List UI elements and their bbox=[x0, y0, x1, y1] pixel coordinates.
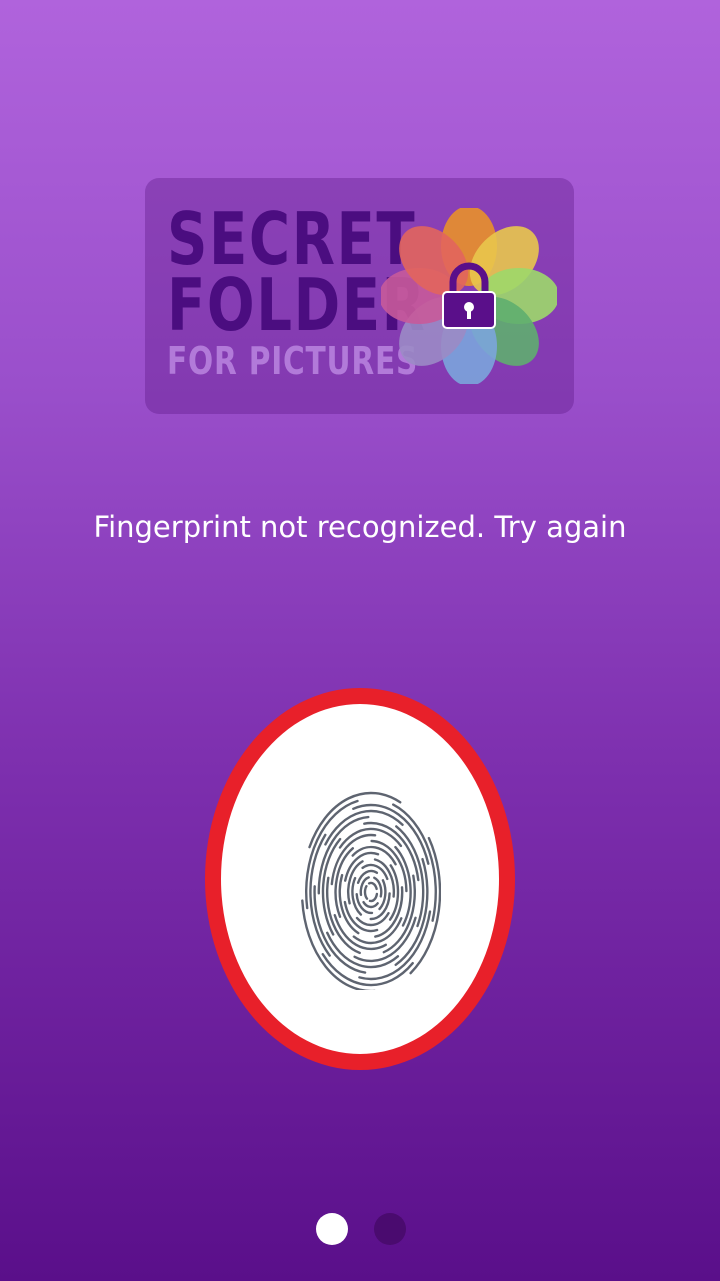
fingerprint-icon bbox=[301, 791, 441, 990]
page-dot-1[interactable] bbox=[316, 1213, 348, 1245]
fingerprint-ridge bbox=[363, 885, 369, 900]
app-logo: SECRET FOLDER FOR PICTURES bbox=[145, 178, 574, 414]
fingerprint-ridge bbox=[367, 881, 378, 891]
fingerprint-ridge bbox=[368, 892, 379, 903]
fingerprint-scan-button[interactable] bbox=[205, 688, 515, 1070]
page-dot-2[interactable] bbox=[374, 1213, 406, 1245]
status-message: Fingerprint not recognized. Try again bbox=[93, 510, 627, 544]
lock-flower-icon bbox=[381, 208, 557, 384]
page-indicator bbox=[0, 1213, 720, 1247]
fingerprint-ridge bbox=[362, 901, 379, 909]
